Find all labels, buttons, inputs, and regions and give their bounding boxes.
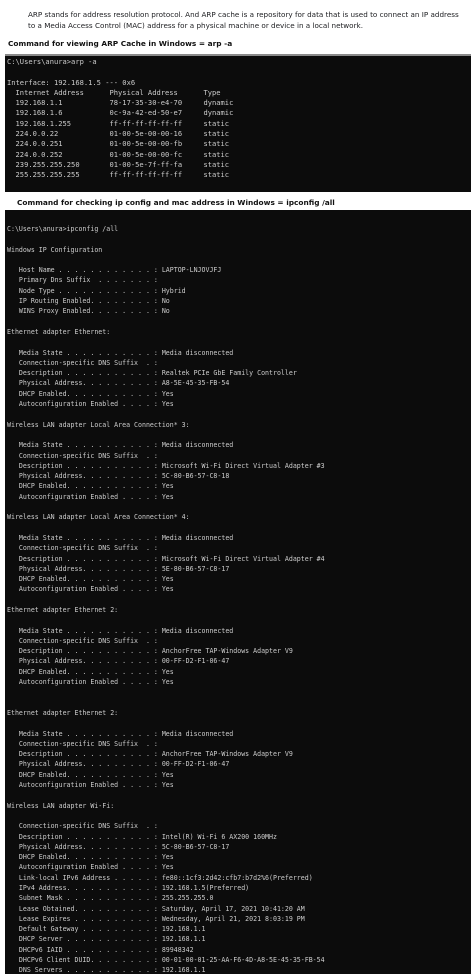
ipconfig-terminal-window: C:\Users\anura>ipconfig /all Windows IP …: [5, 210, 471, 974]
ipconfig-terminal-output: C:\Users\anura>ipconfig /all Windows IP …: [7, 225, 325, 974]
arp-command-heading: Command for viewing ARP Cache in Windows…: [8, 39, 233, 48]
terminal-top-border: [5, 54, 471, 56]
arp-terminal-output: C:\Users\anura>arp -a Interface: 192.168…: [7, 57, 234, 180]
ipconfig-command-heading: Command for checking ip config and mac a…: [17, 198, 335, 207]
intro-paragraph: ARP stands for address resolution protoc…: [28, 10, 459, 31]
arp-terminal-window: C:\Users\anura>arp -a Interface: 192.168…: [5, 54, 471, 192]
